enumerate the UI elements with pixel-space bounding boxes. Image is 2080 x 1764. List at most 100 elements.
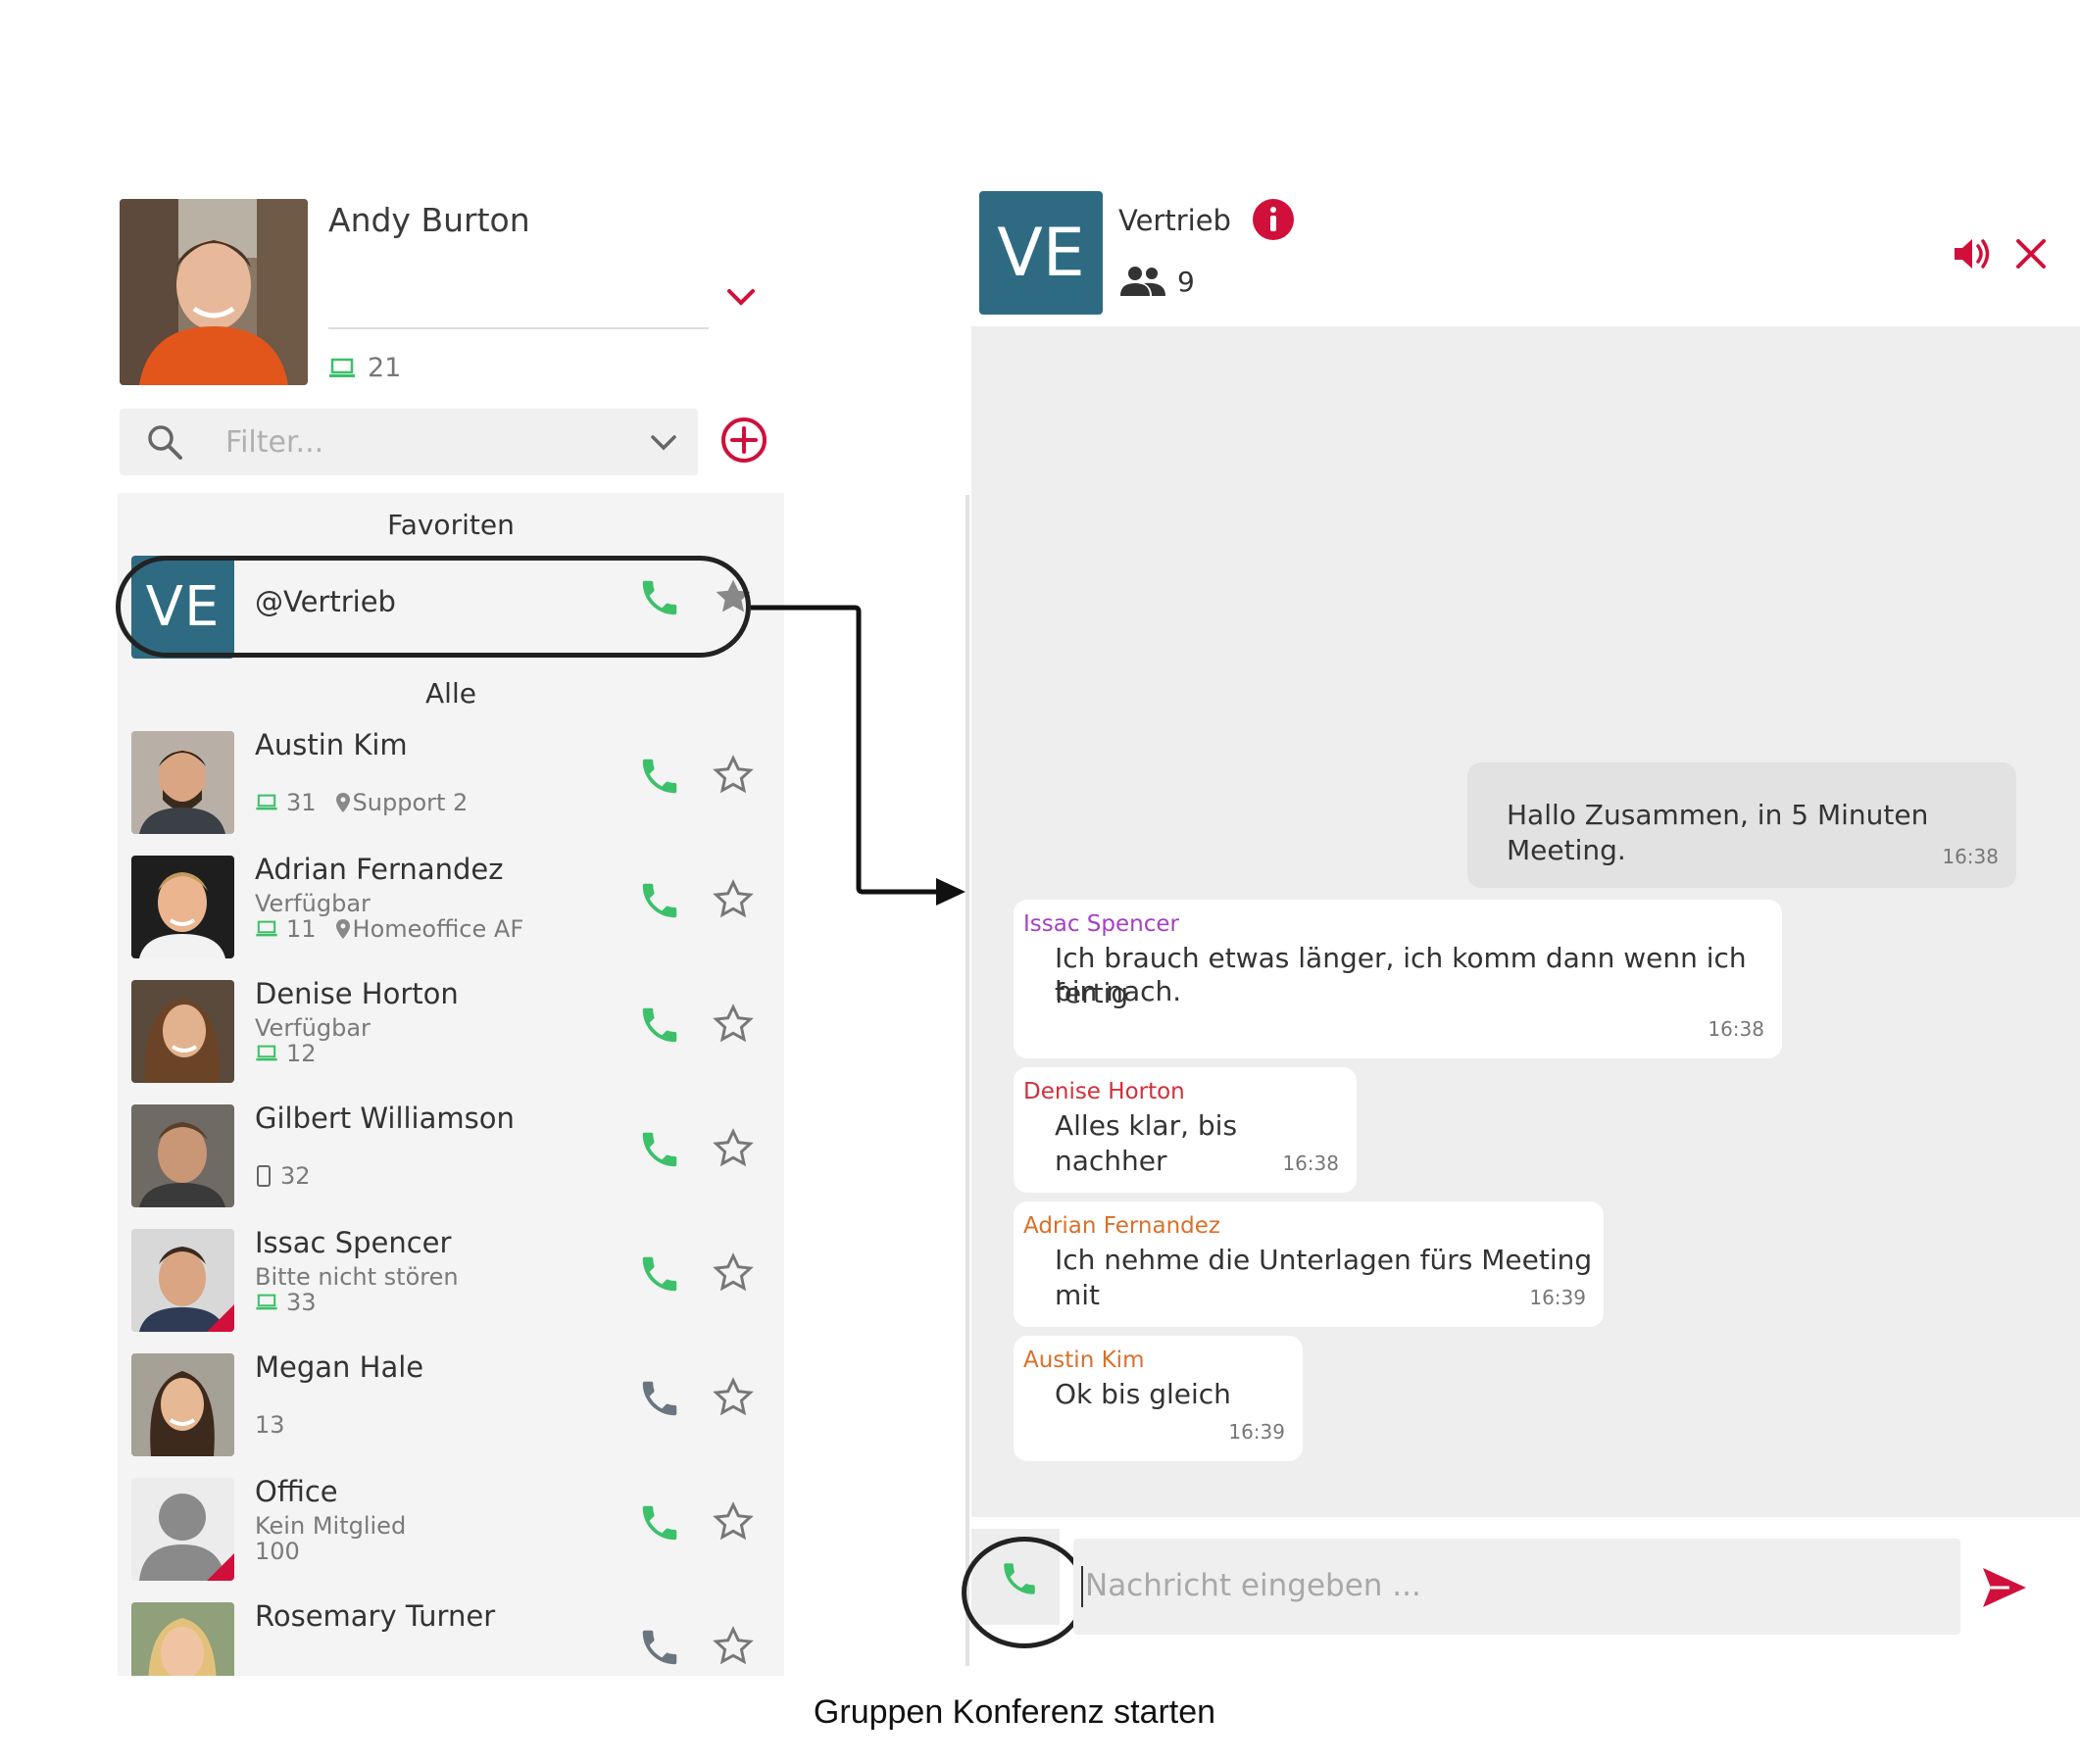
contact-row-issac-spencer[interactable]: Issac Spencer Bitte nicht stören 33 [118, 1218, 784, 1343]
contact-row-gilbert-williamson[interactable]: Gilbert Williamson 32 [118, 1094, 784, 1218]
phone-icon[interactable] [637, 1376, 682, 1421]
star-outline-icon[interactable] [712, 878, 755, 921]
message-bubble: Issac Spencer Ich brauch etwas länger, i… [1014, 900, 1782, 1058]
chat-divider [966, 495, 969, 1666]
message-text-line2: bin nach. [1055, 975, 1182, 1007]
contact-name: Austin Kim [255, 728, 408, 761]
contact-name: Megan Hale [255, 1350, 424, 1384]
message-bubble-own: Hallo Zusammen, in 5 Minuten Meeting. 16… [1467, 762, 2016, 888]
chevron-down-icon[interactable] [649, 430, 678, 454]
location: Homeoffice AF [335, 915, 523, 943]
message-time: 16:38 [1708, 1017, 1764, 1041]
message-bubble: Austin Kim Ok bis gleich 16:39 [1014, 1336, 1303, 1461]
phone-icon[interactable] [637, 878, 682, 923]
profile-device-status: 21 [328, 353, 401, 383]
highlight-ring-favorite-group [116, 556, 751, 658]
message-time: 16:39 [1228, 1420, 1285, 1444]
phone-icon[interactable] [637, 1500, 682, 1545]
phone-icon[interactable] [637, 1127, 682, 1172]
device-count: 13 [255, 1411, 285, 1439]
message-composer [1073, 1539, 1960, 1635]
profile-avatar[interactable] [120, 199, 308, 385]
chevron-down-icon[interactable] [723, 284, 759, 310]
location-label: Support 2 [352, 789, 469, 816]
message-time: 16:38 [1282, 1152, 1339, 1175]
contact-meta: 13 [255, 1411, 285, 1439]
message-text: Ok bis gleich [1055, 1378, 1231, 1410]
send-icon[interactable] [1980, 1563, 2029, 1612]
message-bubble: Denise Horton Alles klar, bis nachher 16… [1014, 1067, 1357, 1193]
search-icon [148, 425, 182, 460]
message-time: 16:39 [1529, 1286, 1586, 1309]
mobile-icon [257, 1165, 271, 1187]
device-count: 11 [286, 915, 317, 943]
contact-name: Office [255, 1475, 338, 1508]
star-outline-icon[interactable] [712, 1003, 755, 1046]
phone-icon[interactable] [637, 754, 682, 799]
group-avatar: VE [979, 191, 1103, 315]
member-count-value: 9 [1177, 265, 1195, 298]
star-outline-icon[interactable] [712, 1127, 755, 1170]
contact-name: Denise Horton [255, 977, 459, 1010]
add-contact-button[interactable] [719, 416, 768, 465]
message-sender: Austin Kim [1023, 1348, 1145, 1373]
message-sender: Adrian Fernandez [1023, 1213, 1221, 1239]
device-count: 32 [280, 1162, 311, 1190]
info-icon[interactable] [1252, 198, 1295, 241]
phone-icon[interactable] [637, 1625, 682, 1670]
contact-row-office[interactable]: Office Kein Mitglied 100 [118, 1467, 784, 1592]
text-caret [1081, 1566, 1083, 1607]
message-text: Ich nehme die Unterlagen fürs Meeting mi… [1055, 1244, 1593, 1311]
group-chat-panel: VE Vertrieb 9 Hallo Zusammen, in 5 Minut… [962, 186, 2080, 1666]
avatar [131, 1104, 234, 1207]
contact-list[interactable]: Favoriten VE @Vertrieb Alle Austin Kim 3… [118, 493, 784, 1676]
star-outline-icon[interactable] [712, 1500, 755, 1544]
avatar [131, 1229, 234, 1332]
message-input[interactable] [1085, 1562, 1928, 1609]
location-pin-icon [335, 793, 350, 812]
laptop-icon [256, 920, 277, 937]
profile-divider [328, 327, 709, 329]
close-icon[interactable] [2012, 235, 2050, 272]
star-outline-icon[interactable] [712, 1625, 755, 1668]
profile-name: Andy Burton [328, 201, 530, 239]
laptop-icon [256, 1045, 277, 1061]
star-outline-icon[interactable] [712, 1376, 755, 1419]
contact-meta: 12 [255, 1040, 317, 1067]
message-sender: Denise Horton [1023, 1079, 1185, 1104]
contact-meta: 11 Homeoffice AF [255, 915, 523, 943]
filter-input[interactable] [225, 422, 618, 462]
message-list[interactable]: Hallo Zusammen, in 5 Minuten Meeting. 16… [971, 326, 2080, 1517]
filter-bar [120, 409, 698, 475]
avatar [131, 1353, 234, 1456]
contact-name: Rosemary Turner [255, 1599, 496, 1633]
contact-name: Adrian Fernandez [255, 853, 504, 886]
location: Support 2 [335, 789, 469, 816]
contact-row-adrian-fernandez[interactable]: Adrian Fernandez Verfügbar 11 Homeoffice… [118, 845, 784, 969]
avatar [131, 1478, 234, 1581]
contact-status: Verfügbar [255, 890, 371, 917]
contacts-panel: Andy Burton 21 Favoriten VE @Vertrieb [118, 196, 784, 1676]
message-sender: Issac Spencer [1023, 911, 1179, 937]
star-outline-icon[interactable] [712, 754, 755, 797]
star-outline-icon[interactable] [712, 1251, 755, 1295]
laptop-icon [329, 358, 355, 377]
phone-icon[interactable] [637, 1251, 682, 1297]
device-count: 12 [286, 1040, 317, 1067]
member-count[interactable]: 9 [1118, 265, 1195, 298]
laptop-icon [256, 1294, 277, 1310]
contact-name: Gilbert Williamson [255, 1102, 515, 1135]
contact-row-megan-hale[interactable]: Megan Hale 13 [118, 1343, 784, 1467]
status-dnd-indicator [207, 1553, 234, 1581]
message-time: 16:38 [1942, 845, 1999, 868]
contact-row-rosemary-turner[interactable]: Rosemary Turner [118, 1592, 784, 1676]
avatar [131, 731, 234, 834]
contact-row-austin-kim[interactable]: Austin Kim 31 Support 2 [118, 720, 784, 845]
phone-icon[interactable] [637, 1003, 682, 1048]
people-icon [1120, 267, 1165, 296]
contact-row-denise-horton[interactable]: Denise Horton Verfügbar 12 [118, 969, 784, 1094]
chat-title: Vertrieb [1118, 204, 1231, 237]
volume-icon[interactable] [1951, 231, 1996, 276]
section-title-all: Alle [425, 677, 476, 710]
section-title-favorites: Favoriten [387, 509, 515, 541]
